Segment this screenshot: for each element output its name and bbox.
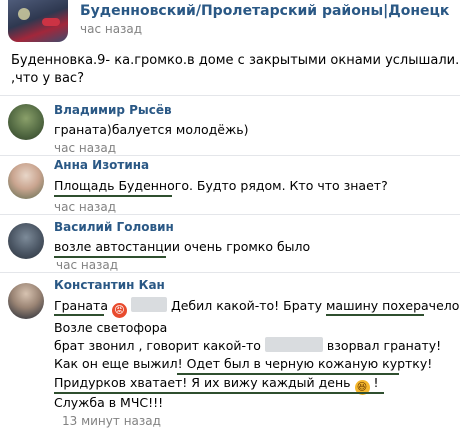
divider [0, 214, 460, 215]
highlight-underline [54, 195, 172, 197]
comment-text-fragment: взорвал гранату! [326, 338, 442, 353]
comment-text-fragment: ! [373, 375, 379, 390]
comment-text-line: Служба в МЧС!!! [54, 395, 164, 410]
avatar-image-detail [42, 18, 60, 26]
comment-text-fragment: Придурков хватает! Я их вижу каждый день [54, 375, 351, 390]
comment-text: возле автостанции очень громко было [54, 239, 311, 254]
post-author-link[interactable]: Буденновский/Пролетарский районы|Донецк [80, 3, 449, 19]
comment-text-line: Возле светофора [54, 320, 168, 335]
group-avatar[interactable] [8, 0, 68, 42]
comment-text-fragment: брат звонил , говорит какой-то [54, 338, 261, 353]
comment-timestamp[interactable]: час назад [54, 200, 116, 214]
comment-author-link[interactable]: Константин Кан [54, 278, 165, 292]
comment-author-link[interactable]: Анна Изотина [54, 158, 149, 172]
divider [0, 272, 460, 273]
comment-text-line: брат звонил , говорит какой-то взорвал г… [54, 337, 441, 353]
highlight-underline [326, 314, 424, 316]
post-text-line: Буденновка.9- ка.громко.в доме с закрыты… [11, 53, 460, 68]
comment-text-fragment: Граната [54, 298, 108, 313]
redacted-blur [264, 337, 323, 352]
comment-text-line: Как он еще выжил! Одет был в черную кожа… [54, 356, 433, 371]
comment-avatar[interactable] [8, 283, 44, 319]
comment-author-link[interactable]: Василий Головин [54, 220, 174, 234]
divider [0, 155, 460, 156]
highlight-underline [54, 314, 104, 316]
comment-text: Площадь Буденного. Будто рядом. Кто что … [54, 178, 388, 193]
comment-avatar[interactable] [8, 163, 44, 199]
post-timestamp[interactable]: час назад [80, 22, 142, 36]
post-text-line: ,что у вас? [11, 71, 84, 86]
avatar-image-detail [18, 8, 30, 20]
comment-timestamp[interactable]: час назад [54, 141, 116, 155]
comment-text-fragment: Дебил какой-то! Брату машину похерачело [170, 298, 460, 313]
divider [0, 95, 460, 96]
comment-text: граната)балуется молодёжь) [54, 122, 249, 137]
comment-avatar[interactable] [8, 104, 44, 140]
angry-face-emoji-icon: 😡 [111, 303, 127, 318]
comment-author-link[interactable]: Владимир Рысёв [54, 103, 172, 117]
comment-timestamp[interactable]: час назад [56, 258, 118, 272]
redacted-blur [130, 297, 167, 312]
comment-timestamp[interactable]: 13 минут назад [62, 414, 161, 428]
comment-avatar[interactable] [8, 223, 44, 259]
highlight-underline [54, 392, 384, 394]
